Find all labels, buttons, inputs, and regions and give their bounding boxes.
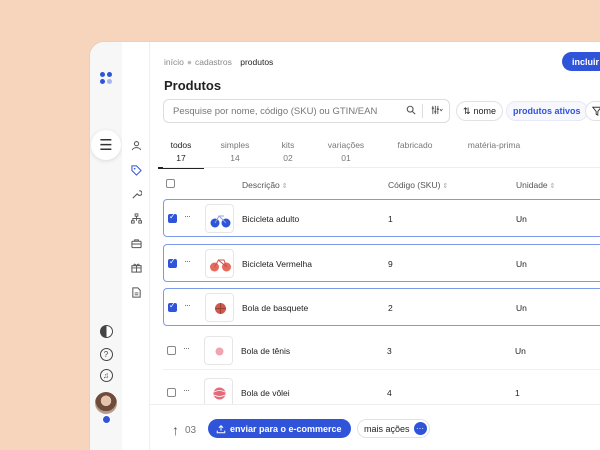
breadcrumb: início ● cadastros produtos: [164, 57, 274, 67]
module-sidebar: [122, 42, 150, 450]
row-checkbox[interactable]: [168, 301, 177, 312]
product-name: Bicicleta adulto: [242, 214, 300, 224]
filter-sliders-icon[interactable]: [425, 105, 449, 118]
table-header: Descrição ⇕ Código (SKU) ⇕ Unidade ⇕: [163, 172, 600, 196]
product-thumbnail: [204, 336, 233, 365]
bulk-actions-bar: ↑ 03 enviar para o e-commerce mais ações…: [150, 404, 600, 450]
product-unit: 1: [515, 388, 520, 398]
row-actions-icon[interactable]: ···: [184, 256, 191, 266]
product-unit: Un: [516, 303, 527, 313]
select-all-checkbox[interactable]: [166, 179, 175, 188]
avatar-status-badge: [102, 415, 111, 424]
product-thumbnail: [205, 204, 234, 233]
primary-rail: ☰ ? ♫: [90, 42, 122, 450]
product-unit: Un: [516, 259, 527, 269]
table-row[interactable]: ··· Bola de basquete 2 Un: [163, 288, 600, 326]
user-icon[interactable]: [130, 139, 142, 151]
product-sku: 4: [387, 388, 392, 398]
breadcrumb-current: produtos: [240, 57, 274, 67]
bell-icon[interactable]: ♫: [90, 369, 122, 382]
column-sku[interactable]: Código (SKU) ⇕: [388, 180, 448, 190]
product-name: Bola de basquete: [242, 303, 309, 313]
menu-icon[interactable]: ☰: [91, 130, 121, 160]
arrow-up-icon[interactable]: ↑: [172, 422, 179, 438]
search-input[interactable]: [164, 105, 402, 117]
tab-simples[interactable]: simples 14: [215, 140, 255, 163]
tab-variacoes[interactable]: variações 01: [321, 140, 371, 163]
breadcrumb-home[interactable]: início: [164, 57, 184, 67]
contrast-icon[interactable]: [90, 325, 122, 338]
product-thumbnail: [204, 378, 233, 407]
help-icon[interactable]: ?: [90, 348, 122, 361]
tag-icon[interactable]: [130, 164, 142, 176]
breadcrumb-cadastros[interactable]: cadastros: [195, 57, 232, 67]
row-actions-icon[interactable]: ···: [184, 211, 191, 221]
main-content: início ● cadastros produtos incluir Produt…: [150, 42, 600, 450]
filter-button[interactable]: [585, 101, 600, 121]
row-actions-icon[interactable]: ···: [184, 300, 191, 310]
avatar[interactable]: [95, 392, 117, 414]
wrench-icon[interactable]: [130, 188, 142, 200]
row-checkbox[interactable]: [168, 212, 177, 223]
product-type-tabs: todos 17 simples 14 kits 02 variações 01 fab…: [158, 140, 600, 169]
sort-chip[interactable]: ⇅ nome: [456, 101, 504, 121]
row-checkbox[interactable]: [167, 346, 176, 355]
logo-icon[interactable]: [100, 72, 114, 86]
product-sku: 3: [387, 346, 392, 356]
product-sku: 2: [388, 303, 393, 313]
filter-icon: [592, 106, 600, 116]
upload-icon: [216, 424, 226, 433]
include-button[interactable]: incluir: [562, 52, 600, 71]
app-window: ☰ ? ♫ início ● cadastros produtos inclui…: [90, 42, 600, 450]
sort-icon: ⇅: [463, 105, 471, 116]
tab-materia-prima[interactable]: matéria-prima: [459, 140, 529, 153]
row-checkbox[interactable]: [167, 388, 176, 397]
row-actions-icon[interactable]: ···: [183, 343, 190, 353]
product-unit: Un: [516, 214, 527, 224]
sitemap-icon[interactable]: [130, 212, 142, 224]
more-icon: ···: [413, 422, 427, 435]
column-unidade[interactable]: Unidade ⇕: [516, 180, 556, 190]
column-descricao[interactable]: Descrição ⇕: [242, 180, 288, 190]
more-actions-button[interactable]: mais ações ···: [357, 419, 430, 438]
product-name: Bola de tênis: [241, 346, 291, 356]
row-checkbox[interactable]: [168, 257, 177, 268]
gift-icon[interactable]: [130, 261, 142, 273]
briefcase-icon[interactable]: [130, 237, 142, 249]
table-row[interactable]: ··· Bola de tênis 3 Un: [163, 332, 600, 370]
product-sku: 9: [388, 259, 393, 269]
row-actions-icon[interactable]: ···: [183, 385, 190, 395]
product-name: Bola de vôlei: [241, 388, 290, 398]
document-icon[interactable]: [130, 286, 142, 298]
tab-kits[interactable]: kits 02: [275, 140, 301, 163]
table-row[interactable]: ··· Bicicleta Vermelha 9 Un: [163, 244, 600, 282]
search-bar: [163, 99, 450, 123]
send-to-ecommerce-button[interactable]: enviar para o e-commerce: [208, 419, 351, 438]
product-name: Bicicleta Vermelha: [242, 259, 312, 269]
tab-fabricado[interactable]: fabricado: [391, 140, 439, 153]
selected-count: 03: [185, 425, 197, 436]
search-icon[interactable]: [402, 105, 420, 118]
page-title: Produtos: [164, 78, 222, 93]
status-filter-chip[interactable]: produtos ativos: [506, 101, 588, 121]
tab-todos[interactable]: todos 17: [158, 140, 204, 169]
product-unit: Un: [515, 346, 526, 356]
product-thumbnail: [205, 249, 234, 278]
product-thumbnail: [205, 293, 234, 322]
table-row[interactable]: ··· Bicicleta adulto 1 Un: [163, 199, 600, 237]
product-sku: 1: [388, 214, 393, 224]
